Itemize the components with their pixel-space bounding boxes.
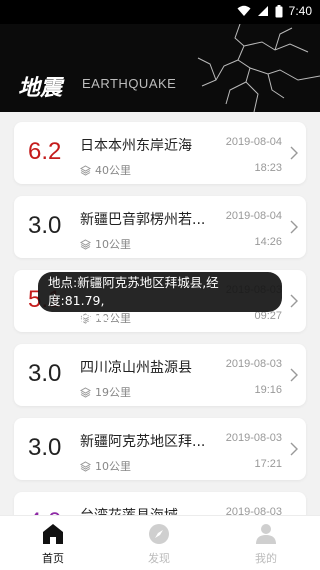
depth-value: 10公里: [95, 460, 131, 473]
app-header: 地震 EARTHQUAKE: [0, 24, 320, 112]
quake-card[interactable]: 6.2 日本本州东岸近海 40公里 2019-08-04 18:23: [14, 122, 306, 184]
chevron-right-icon: [290, 368, 298, 382]
status-icons: 7:40: [237, 4, 312, 18]
tab-label: 我的: [255, 552, 277, 565]
location-name: 新疆巴音郭楞州若...: [80, 212, 206, 228]
layers-icon: [80, 386, 91, 398]
app-subtitle: EARTHQUAKE: [82, 76, 177, 91]
tab-discover[interactable]: 发现: [106, 516, 212, 570]
location-name: 新疆阿克苏地区拜...: [80, 434, 206, 450]
crack-decoration-icon: [197, 24, 320, 112]
depth: 10公里: [80, 458, 131, 474]
magnitude: 3.0: [28, 360, 62, 387]
quake-card[interactable]: 3.0 新疆阿克苏地区拜... 10公里 2019-08-03 17:21: [14, 418, 306, 480]
chevron-right-icon: [290, 294, 298, 308]
chevron-right-icon: [290, 146, 298, 160]
compass-icon: [149, 524, 169, 544]
quake-date: 2019-08-03: [225, 432, 282, 444]
quake-date: 2019-08-04: [225, 136, 282, 148]
depth: 19公里: [80, 384, 131, 400]
quake-time: 19:16: [254, 384, 282, 396]
location-name: 日本本州东岸近海: [80, 138, 192, 154]
location-toast: 地点:新疆阿克苏地区拜城县,经度:81.79, 纬度:41.94: [38, 272, 282, 326]
quake-date: 2019-08-03: [225, 358, 282, 370]
layers-icon: [80, 460, 91, 472]
tab-label: 发现: [148, 552, 170, 565]
depth-value: 10公里: [95, 238, 131, 251]
tab-home[interactable]: 首页: [0, 516, 106, 570]
app-title: 地震: [18, 76, 63, 101]
depth-value: 40公里: [95, 164, 131, 177]
status-bar: 7:40: [0, 0, 320, 24]
chevron-right-icon: [290, 442, 298, 456]
location-name: 四川凉山州盐源县: [80, 360, 192, 376]
status-time: 7:40: [288, 4, 312, 18]
toast-line-1: 地点:新疆阿克苏地区拜城县,经度:81.79,: [48, 275, 219, 308]
depth: 10公里: [80, 236, 131, 252]
tab-profile[interactable]: 我的: [213, 516, 319, 570]
magnitude: 3.0: [28, 212, 62, 239]
toast-line-2: 纬度:41.94: [48, 311, 113, 326]
home-icon: [43, 524, 63, 544]
layers-icon: [80, 238, 91, 250]
depth-value: 19公里: [95, 386, 131, 399]
signal-icon: [257, 6, 268, 16]
wifi-icon: [237, 5, 251, 16]
chevron-right-icon: [290, 220, 298, 234]
quake-date: 2019-08-04: [225, 210, 282, 222]
bottom-tab-bar: 首页 发现 我的: [0, 515, 320, 570]
battery-icon: [275, 4, 283, 17]
user-icon: [256, 524, 276, 544]
quake-card[interactable]: 3.0 新疆巴音郭楞州若... 10公里 2019-08-04 14:26: [14, 196, 306, 258]
quake-time: 18:23: [254, 162, 282, 174]
depth: 40公里: [80, 162, 131, 178]
quake-card[interactable]: 3.0 四川凉山州盐源县 19公里 2019-08-03 19:16: [14, 344, 306, 406]
magnitude: 6.2: [28, 138, 62, 165]
layers-icon: [80, 164, 91, 176]
tab-label: 首页: [42, 552, 64, 565]
quake-time: 14:26: [254, 236, 282, 248]
quake-time: 17:21: [254, 458, 282, 470]
magnitude: 3.0: [28, 434, 62, 461]
